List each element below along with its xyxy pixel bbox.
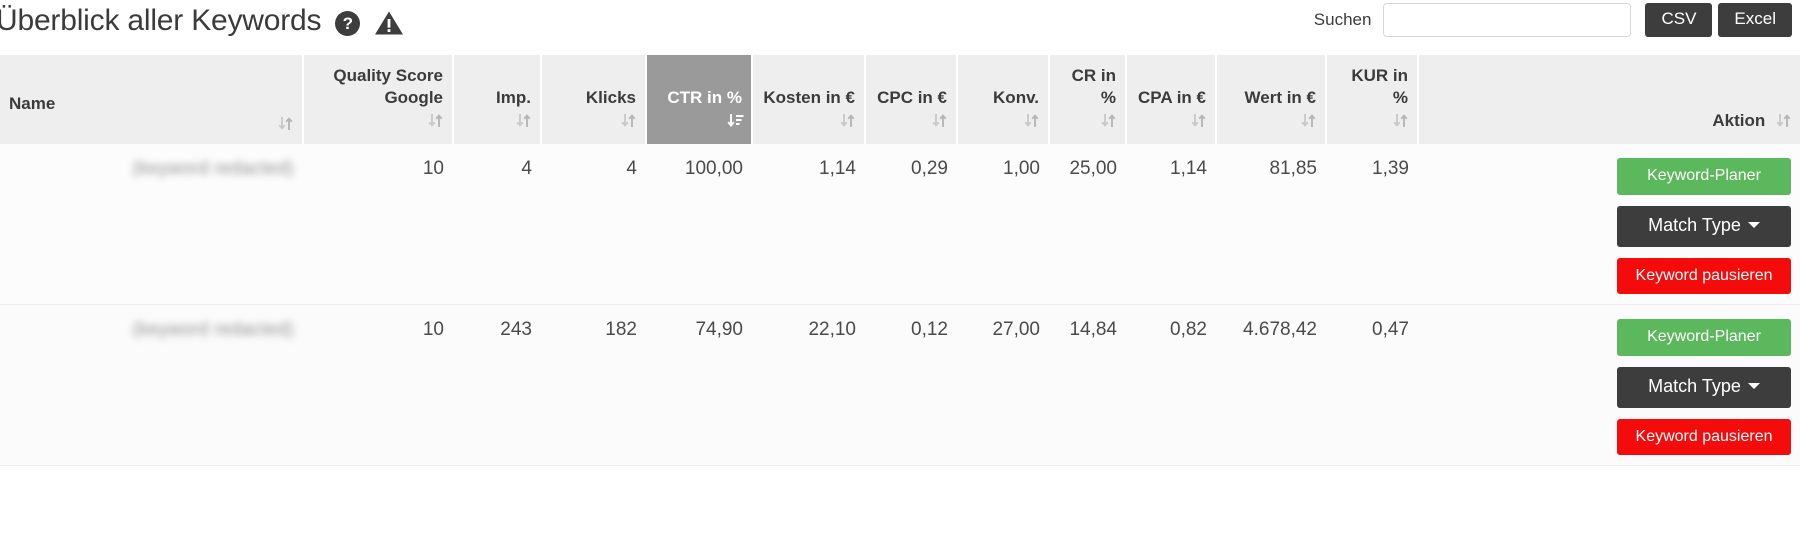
- cell-wert: 81,85: [1216, 144, 1326, 306]
- column-label-quality-score: Quality Score Google: [333, 66, 443, 108]
- cell-konv: 27,00: [957, 304, 1049, 467]
- keyword-name-redacted: (keyword redacted): [132, 319, 294, 340]
- cell-quality-score: 10: [303, 144, 453, 306]
- cell-kur: 0,47: [1326, 304, 1418, 467]
- sort-icon-cpc[interactable]: [932, 112, 947, 129]
- pause-keyword-button[interactable]: Keyword pausieren: [1617, 257, 1791, 295]
- cell-cr: 14,84: [1049, 304, 1126, 467]
- column-label-klicks: Klicks: [585, 88, 636, 108]
- column-label-ctr: CTR in %: [667, 88, 742, 108]
- cell-cpc: 0,29: [865, 144, 957, 306]
- sort-icon-kosten[interactable]: [840, 112, 855, 129]
- keyword-name-redacted: (keyword redacted): [132, 158, 294, 179]
- column-header-quality-score[interactable]: Quality Score Google: [303, 55, 454, 145]
- column-label-cr: CR in %: [1071, 66, 1116, 108]
- cell-cpc: 0,12: [865, 304, 957, 467]
- table-row[interactable]: (keyword redacted) 10 4 4 100,00 1,14 0,…: [0, 144, 1800, 306]
- cell-actions: Keyword-Planer Match Type Keyword pausie…: [1418, 144, 1800, 306]
- cell-konv: 1,00: [957, 144, 1049, 306]
- chevron-down-icon: [1747, 221, 1760, 228]
- title-group: Überblick aller Keywords ?: [0, 4, 404, 38]
- sort-desc-icon-ctr[interactable]: [727, 112, 744, 129]
- sort-icon-konv[interactable]: [1024, 112, 1039, 129]
- cell-klicks: 182: [541, 304, 646, 467]
- export-csv-button[interactable]: CSV: [1645, 3, 1713, 37]
- column-label-konv: Konv.: [993, 88, 1039, 108]
- column-label-kur: KUR in %: [1351, 66, 1408, 108]
- cell-ctr: 100,00: [646, 144, 752, 306]
- search-label: Suchen: [1313, 10, 1372, 29]
- export-excel-button[interactable]: Excel: [1718, 3, 1792, 37]
- warning-triangle-icon[interactable]: [374, 10, 404, 36]
- cell-cr: 25,00: [1049, 144, 1126, 306]
- column-label-wert: Wert in €: [1244, 88, 1316, 108]
- match-type-dropdown[interactable]: Match Type: [1617, 366, 1791, 408]
- column-header-kur[interactable]: KUR in %: [1326, 55, 1419, 145]
- sort-icon-klicks[interactable]: [621, 112, 636, 129]
- sort-icon-cr[interactable]: [1101, 112, 1116, 129]
- sort-icon-cpa[interactable]: [1191, 112, 1206, 129]
- column-header-cpc[interactable]: CPC in €: [865, 55, 958, 145]
- match-type-label: Match Type: [1648, 214, 1741, 235]
- column-header-cpa[interactable]: CPA in €: [1126, 55, 1217, 145]
- cell-name: (keyword redacted): [0, 144, 303, 306]
- header-tools: Suchen CSV Excel: [1314, 3, 1792, 37]
- column-header-aktion[interactable]: Aktion: [1418, 55, 1800, 145]
- column-label-kosten: Kosten in €: [763, 88, 855, 108]
- cell-wert: 4.678,42: [1216, 304, 1326, 467]
- column-header-kosten[interactable]: Kosten in €: [752, 55, 866, 145]
- cell-ctr: 74,90: [646, 304, 752, 467]
- match-type-label: Match Type: [1648, 375, 1741, 396]
- sort-icon-name[interactable]: [278, 115, 293, 132]
- table-head: Name Quality Score Google Imp. Klicks CT…: [0, 55, 1800, 145]
- page-title: Überblick aller Keywords: [0, 4, 322, 37]
- column-header-name[interactable]: Name: [0, 55, 304, 145]
- export-buttons: CSV Excel: [1645, 3, 1792, 37]
- column-label-cpa: CPA in €: [1137, 88, 1206, 108]
- keywords-overview-page: Überblick aller Keywords ? Suchen CSV Ex…: [0, 0, 1800, 534]
- column-header-ctr[interactable]: CTR in %: [646, 55, 753, 145]
- keyword-planner-button[interactable]: Keyword-Planer: [1617, 319, 1791, 356]
- keywords-table: Name Quality Score Google Imp. Klicks CT…: [0, 55, 1800, 467]
- cell-quality-score: 10: [303, 304, 453, 467]
- search-input[interactable]: [1383, 3, 1632, 37]
- cell-name: (keyword redacted): [0, 304, 303, 467]
- column-header-cr[interactable]: CR in %: [1049, 55, 1127, 145]
- sort-icon-kur[interactable]: [1393, 112, 1408, 129]
- chevron-down-icon: [1747, 382, 1760, 389]
- column-header-konv[interactable]: Konv.: [957, 55, 1050, 145]
- pause-keyword-button[interactable]: Keyword pausieren: [1617, 418, 1791, 456]
- header-row: Name Quality Score Google Imp. Klicks CT…: [0, 55, 1800, 145]
- sort-icon-wert[interactable]: [1301, 112, 1316, 129]
- cell-impressions: 4: [453, 144, 541, 306]
- table-row[interactable]: (keyword redacted) 10 243 182 74,90 22,1…: [0, 304, 1800, 467]
- column-label-impressions: Imp.: [496, 88, 531, 108]
- page-header: Überblick aller Keywords ? Suchen CSV Ex…: [0, 0, 1800, 52]
- cell-kur: 1,39: [1326, 144, 1418, 306]
- cell-cpa: 1,14: [1126, 144, 1216, 306]
- column-label-cpc: CPC in €: [877, 88, 947, 108]
- sort-icon-impressions[interactable]: [516, 112, 531, 129]
- column-label-aktion: Aktion: [1712, 110, 1766, 130]
- column-header-wert[interactable]: Wert in €: [1216, 55, 1327, 145]
- column-header-klicks[interactable]: Klicks: [541, 55, 647, 145]
- match-type-dropdown[interactable]: Match Type: [1617, 205, 1791, 247]
- table-body: (keyword redacted) 10 4 4 100,00 1,14 0,…: [0, 144, 1800, 467]
- sort-icon-aktion[interactable]: [1776, 112, 1791, 129]
- cell-cpa: 0,82: [1126, 304, 1216, 467]
- column-label-name: Name: [9, 93, 56, 113]
- cell-actions: Keyword-Planer Match Type Keyword pausie…: [1418, 304, 1800, 467]
- cell-klicks: 4: [541, 144, 646, 306]
- question-circle-icon[interactable]: ?: [335, 10, 361, 36]
- keyword-planner-button[interactable]: Keyword-Planer: [1617, 158, 1791, 195]
- cell-impressions: 243: [453, 304, 541, 467]
- sort-icon-quality-score[interactable]: [428, 112, 443, 129]
- column-header-impressions[interactable]: Imp.: [453, 55, 542, 145]
- cell-kosten: 22,10: [752, 304, 865, 467]
- cell-kosten: 1,14: [752, 144, 865, 306]
